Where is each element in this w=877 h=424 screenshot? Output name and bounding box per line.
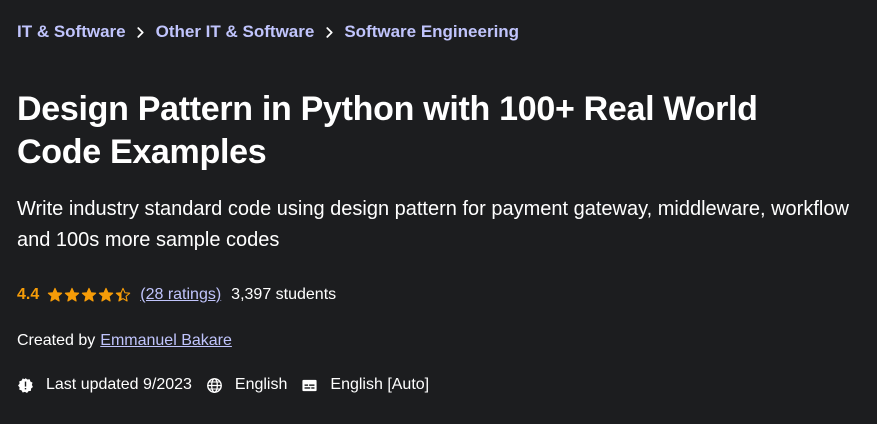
globe-icon (206, 377, 222, 393)
captions: English [Auto] (301, 376, 429, 394)
alert-badge-icon (18, 377, 33, 393)
star-icon (48, 287, 63, 302)
breadcrumb: IT & Software Other IT & Software Softwa… (17, 22, 867, 42)
author-link[interactable]: Emmanuel Bakare (100, 332, 232, 350)
breadcrumb-item-other-it-software[interactable]: Other IT & Software (156, 22, 315, 42)
rating-row: 4.4 (28 ratings) 3,397 students (17, 284, 867, 306)
captions-text: English [Auto] (330, 376, 430, 393)
chevron-right-icon (314, 26, 344, 38)
closed-captions-icon (302, 379, 317, 391)
meta-row: Last updated 9/2023 English English [Aut… (17, 374, 867, 396)
course-header: IT & Software Other IT & Software Softwa… (17, 0, 867, 396)
star-icon (99, 287, 114, 302)
course-subtitle: Write industry standard code using desig… (17, 198, 849, 251)
students-count: 3,397 students (231, 286, 337, 303)
created-by-row: Created by Emmanuel Bakare (17, 330, 867, 352)
language-text: English (234, 376, 288, 393)
breadcrumb-item-software-engineering[interactable]: Software Engineering (344, 22, 519, 42)
star-icon (82, 287, 97, 302)
chevron-right-icon (126, 26, 156, 38)
rating-value: 4.4 (17, 286, 40, 303)
last-updated: Last updated 9/2023 (17, 376, 192, 394)
star-icon (116, 287, 131, 302)
course-title: Design Pattern in Python with 100+ Real … (17, 90, 758, 171)
rating-stars (47, 287, 132, 303)
created-by-label: Created by (17, 332, 96, 349)
star-icon (65, 287, 80, 302)
breadcrumb-item-it-software[interactable]: IT & Software (17, 22, 126, 42)
last-updated-text: Last updated 9/2023 (46, 376, 192, 393)
ratings-count-link[interactable]: (28 ratings) (140, 286, 221, 304)
language: English (206, 376, 287, 394)
